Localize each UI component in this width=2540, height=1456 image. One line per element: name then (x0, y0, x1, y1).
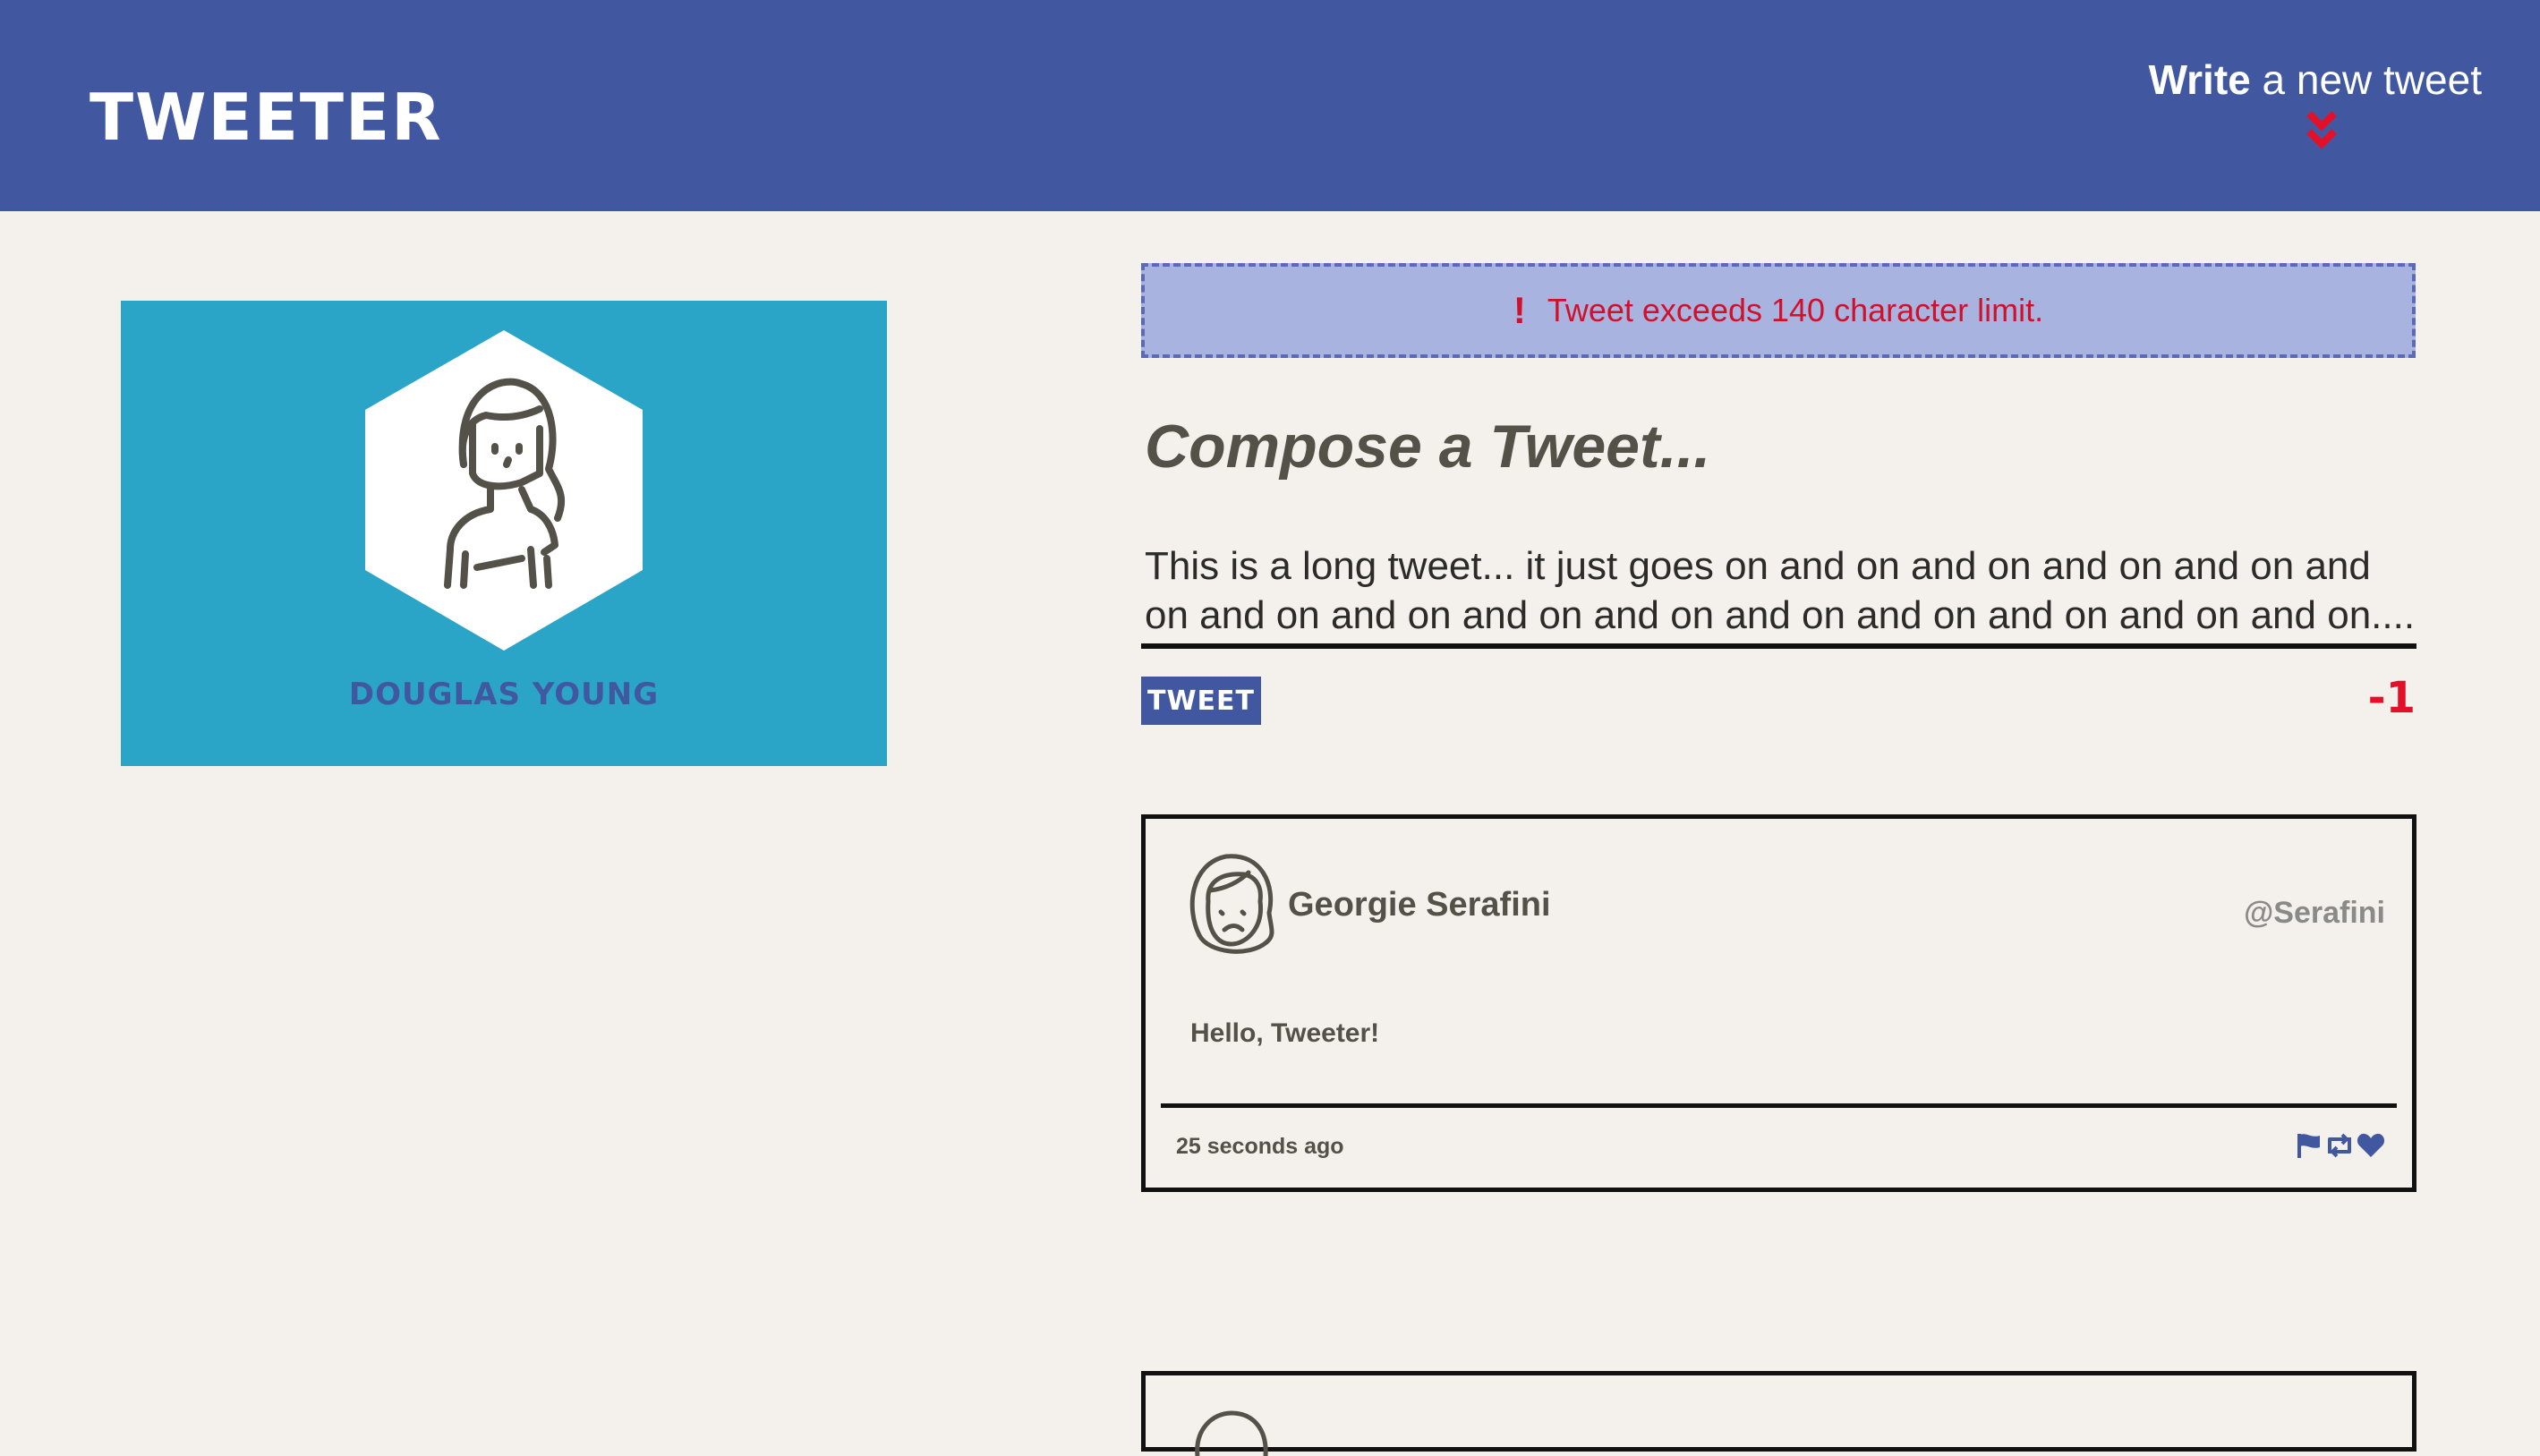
error-icon: ! (1513, 289, 1526, 331)
tweet-card: Georgie Serafini @Serafini Hello, Tweete… (1141, 814, 2416, 1192)
compose-underline (1141, 643, 2416, 649)
user-avatar (1195, 1410, 1268, 1456)
flag-icon[interactable] (2296, 1132, 2323, 1163)
tweet-textarea[interactable]: This is a long tweet... it just goes on … (1145, 541, 2416, 642)
tweet-body: Hello, Tweeter! (1190, 1018, 1380, 1048)
write-link-rest: a new tweet (2250, 56, 2483, 103)
double-chevron-down-icon[interactable] (2304, 110, 2340, 149)
write-link-strong: Write (2148, 56, 2251, 103)
compose-title: Compose a Tweet... (1145, 413, 1711, 481)
tweet-author: Georgie Serafini (1288, 886, 1551, 924)
user-avatar (1189, 854, 1274, 954)
tweet-button[interactable]: TWEET (1141, 677, 1261, 725)
top-nav: TWEETER Write a new tweet (0, 0, 2540, 211)
tweet-handle: @Serafini (2244, 896, 2385, 930)
tweet-actions (2296, 1132, 2385, 1163)
tweet-timestamp: 25 seconds ago (1176, 1134, 1344, 1159)
character-counter: -1 (2367, 673, 2416, 723)
profile-card: DOUGLAS YOUNG (121, 301, 887, 766)
write-new-tweet-link[interactable]: Write a new tweet (2149, 59, 2482, 100)
error-message-box: ! Tweet exceeds 140 character limit. (1141, 263, 2416, 358)
tweet-divider (1161, 1103, 2397, 1108)
tweet-card (1141, 1371, 2416, 1456)
brand-logo[interactable]: TWEETER (89, 85, 443, 149)
retweet-icon[interactable] (2324, 1132, 2355, 1163)
profile-name: DOUGLAS YOUNG (348, 677, 660, 712)
heart-icon[interactable] (2357, 1132, 2385, 1163)
profile-avatar-hexagon (365, 330, 643, 651)
error-text: Tweet exceeds 140 character limit. (1547, 292, 2044, 328)
